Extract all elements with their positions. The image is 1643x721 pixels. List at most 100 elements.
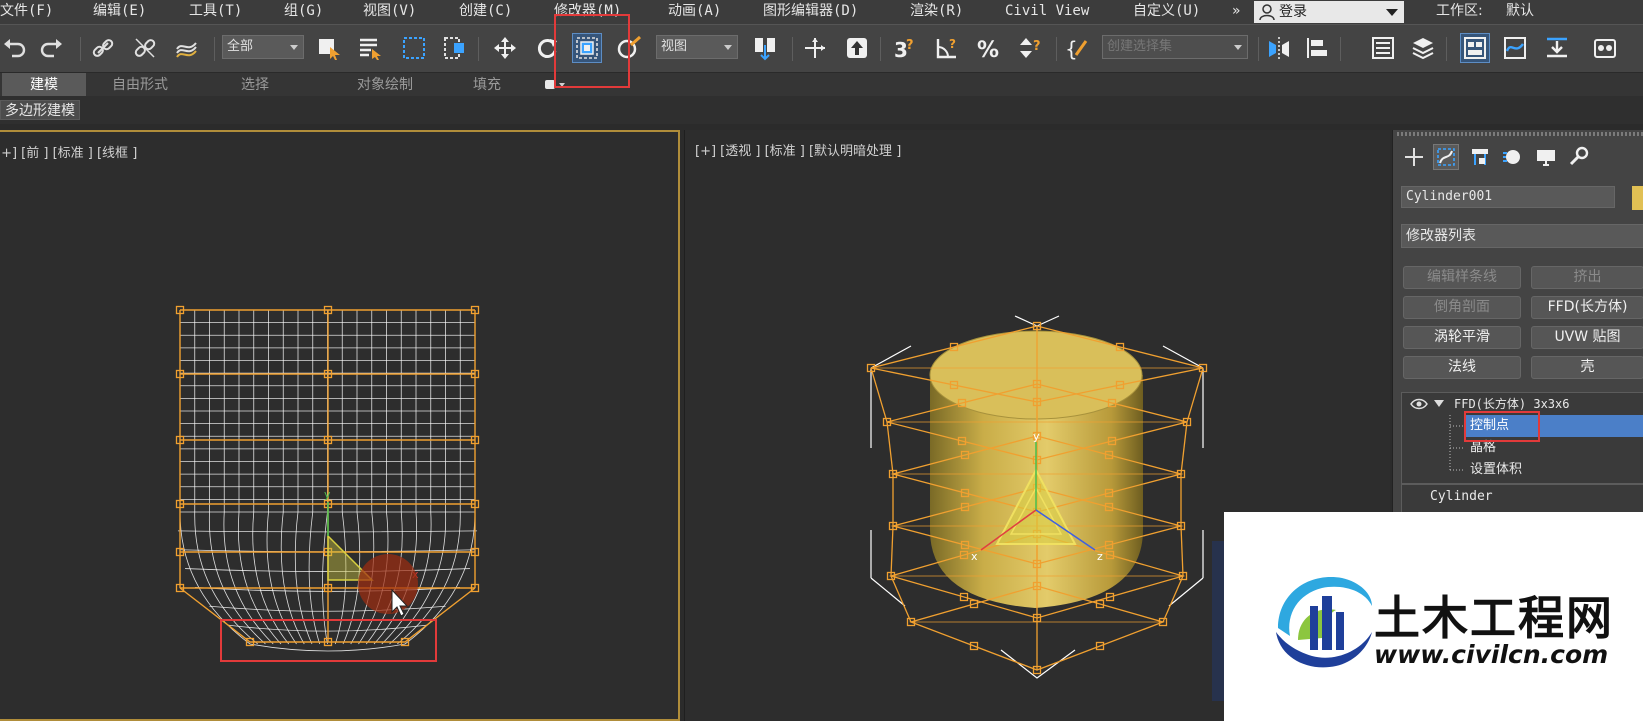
tab-populate[interactable]: 填充	[464, 73, 510, 97]
mouse-cursor	[358, 554, 418, 617]
modifier-button-bevel-profile[interactable]: 倒角剖面	[1403, 296, 1521, 319]
tab-modify[interactable]	[1433, 144, 1459, 170]
modifier-button-shell[interactable]: 壳	[1531, 356, 1643, 379]
unlink-button[interactable]	[130, 33, 160, 63]
panel-grip[interactable]	[1397, 132, 1643, 136]
modifier-button-normal[interactable]: 法线	[1403, 356, 1521, 379]
pivot-icon	[755, 38, 775, 61]
tab-freeform[interactable]: 自由形式	[96, 73, 184, 97]
toolbar-divider	[792, 37, 793, 61]
tab-hierarchy[interactable]	[1467, 144, 1493, 170]
align-button[interactable]	[1302, 33, 1332, 63]
spinner-snap-icon: ?	[1020, 38, 1041, 58]
menu-overflow-chevron[interactable]: »	[1232, 0, 1241, 24]
percent-snap-button[interactable]: %	[974, 33, 1004, 63]
svg-text:%: %	[977, 38, 999, 61]
unlink-icon	[134, 38, 156, 58]
tab-modeling[interactable]: 建模	[2, 73, 86, 97]
menu-graph-editors[interactable]: 图形编辑器(D)	[763, 0, 858, 24]
modifier-button-uvw-map[interactable]: UVW 贴图	[1531, 326, 1643, 349]
undo-button[interactable]	[0, 33, 30, 63]
curve-editor-button[interactable]	[1500, 33, 1530, 63]
tab-motion[interactable]	[1499, 144, 1525, 170]
ref-coord-system-dropdown[interactable]: 视图	[656, 35, 738, 59]
angle-snap-button[interactable]: ?	[932, 33, 962, 63]
workspace-dropdown[interactable]: 默认	[1506, 0, 1534, 22]
tab-create[interactable]	[1401, 144, 1427, 170]
modifier-button-extrude[interactable]: 挤出	[1531, 266, 1643, 289]
mirror-button[interactable]	[1264, 33, 1294, 63]
named-selection-dropdown[interactable]: 创建选择集	[1102, 35, 1248, 59]
menu-create[interactable]: 创建(C)	[459, 0, 512, 24]
eye-icon[interactable]	[1410, 397, 1428, 411]
svg-text:?: ?	[949, 37, 956, 51]
schematic-view-button[interactable]	[1542, 33, 1572, 63]
tab-display[interactable]	[1533, 144, 1559, 170]
tab-selection[interactable]: 选择	[220, 73, 290, 97]
place-button[interactable]	[842, 33, 872, 63]
mirror-icon	[1269, 37, 1289, 59]
material-editor-button[interactable]	[1590, 33, 1620, 63]
object-color-swatch[interactable]	[1632, 186, 1643, 210]
polygon-modeling-panel-label[interactable]: 多边形建模	[0, 100, 80, 120]
key-mode-button[interactable]	[800, 33, 830, 63]
toolbar-divider	[1340, 37, 1341, 61]
window-crossing-button[interactable]	[440, 33, 470, 63]
snap-3d-button[interactable]: 3?	[890, 33, 920, 63]
modifier-button-turbosmooth[interactable]: 涡轮平滑	[1403, 326, 1521, 349]
edit-named-selection-button[interactable]: {	[1062, 33, 1092, 63]
modifier-list-dropdown[interactable]: 修改器列表	[1401, 224, 1643, 248]
stack-item-cylinder[interactable]: Cylinder	[1402, 486, 1643, 508]
watermark-edge	[1212, 541, 1224, 701]
select-by-name-button[interactable]	[355, 33, 385, 63]
login-dropdown[interactable]: 登录	[1254, 1, 1404, 23]
menu-views[interactable]: 视图(V)	[363, 0, 416, 24]
selection-filter-dropdown[interactable]: 全部	[222, 35, 304, 59]
rect-selection-region-button[interactable]	[399, 33, 429, 63]
ribbon-panel: 多边形建模	[0, 96, 1643, 124]
bind-space-warp-button[interactable]	[172, 33, 202, 63]
menu-civil-view[interactable]: Civil View	[1005, 0, 1089, 24]
toolbar-divider	[214, 37, 215, 61]
link-button[interactable]	[88, 33, 118, 63]
civilcn-logo-icon	[1276, 577, 1372, 668]
workspace-label: 工作区:	[1436, 3, 1483, 19]
layer-explorer-button[interactable]	[1408, 33, 1438, 63]
annotation-highlight-toolbar	[554, 14, 630, 88]
motion-icon	[1503, 150, 1520, 164]
modifier-button-ffd-box[interactable]: FFD(长方体)	[1531, 296, 1643, 319]
redo-icon	[40, 39, 62, 58]
stack-sub-set-volume[interactable]: 设置体积	[1466, 459, 1643, 481]
toolbar-divider	[1258, 37, 1259, 61]
collapse-triangle-icon[interactable]	[1434, 400, 1444, 407]
named-selection-value: 创建选择集	[1107, 39, 1173, 54]
redo-button[interactable]	[36, 33, 66, 63]
modifier-button-edit-spline[interactable]: 编辑样条线	[1403, 266, 1521, 289]
layers-icon	[1412, 38, 1434, 60]
toolbar-divider	[1056, 37, 1057, 61]
menu-animation[interactable]: 动画(A)	[668, 0, 721, 24]
menu-edit[interactable]: 编辑(E)	[93, 0, 146, 24]
menu-tools[interactable]: 工具(T)	[189, 0, 242, 24]
watermark: 土木工程网 www.civilcn.com	[1224, 512, 1643, 721]
menu-file[interactable]: 文件(F)	[0, 0, 53, 24]
select-object-button[interactable]	[314, 33, 344, 63]
tab-utilities[interactable]	[1565, 144, 1591, 170]
named-selection-icon: {	[1065, 37, 1088, 61]
spinner-snap-button[interactable]: ?	[1016, 33, 1046, 63]
watermark-url: www.civilcn.com	[1374, 640, 1609, 669]
tab-object-paint[interactable]: 对象绘制	[330, 73, 440, 97]
menu-group[interactable]: 组(G)	[284, 0, 323, 24]
annotation-highlight-control-points	[1464, 411, 1540, 442]
ribbon-icon	[1464, 37, 1486, 59]
scene-explorer-button[interactable]	[1368, 33, 1398, 63]
ribbon-toggle-button[interactable]	[1460, 33, 1490, 63]
ffd-lattice	[175, 305, 480, 647]
menu-rendering[interactable]: 渲染(R)	[910, 0, 963, 24]
pivot-center-button[interactable]	[750, 33, 780, 63]
undo-icon	[4, 39, 26, 58]
move-button[interactable]	[490, 33, 520, 63]
ribbon-tab-bar: 建模 自由形式 选择 对象绘制 填充	[0, 72, 1643, 97]
menu-customize[interactable]: 自定义(U)	[1133, 0, 1200, 24]
object-name-field[interactable]: Cylinder001	[1401, 186, 1615, 208]
